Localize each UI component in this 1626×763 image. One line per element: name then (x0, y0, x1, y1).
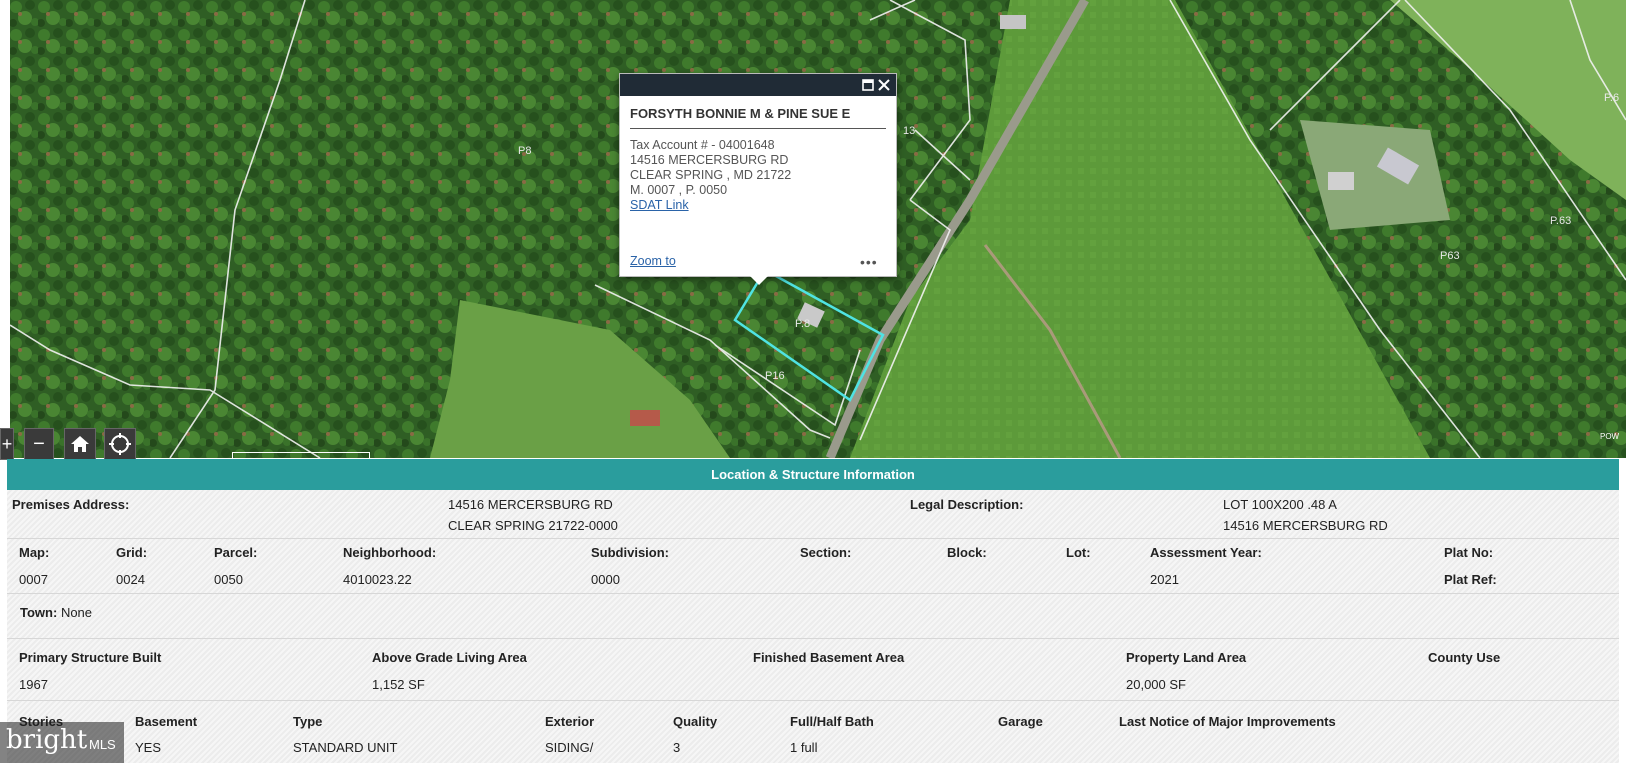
town-value: None (60, 605, 93, 620)
parcel-label: P.6 (1604, 92, 1620, 104)
assessment-year-value: 2021 (1150, 572, 1179, 587)
zoom-to-link[interactable]: Zoom to (630, 254, 676, 268)
map-header: Map: (19, 545, 50, 560)
section-col-header: Section: (800, 545, 852, 560)
neighborhood-header: Neighborhood: (343, 545, 437, 560)
map-value: 0007 (19, 572, 48, 587)
home-button[interactable] (64, 428, 96, 460)
legal-line1: LOT 100X200 .48 A (1223, 497, 1337, 512)
assessment-year-header: Assessment Year: (1150, 545, 1262, 560)
exterior-header: Exterior (545, 714, 595, 729)
popup-pointer (749, 275, 769, 285)
land-area-header: Property Land Area (1126, 650, 1247, 665)
exterior-value: SIDING/ (545, 740, 594, 755)
living-area-header: Above Grade Living Area (372, 650, 527, 665)
premises-line2: CLEAR SPRING 21722-0000 (448, 518, 618, 533)
zoom-in-button[interactable]: + (0, 428, 14, 460)
block-header: Block: (947, 545, 987, 560)
plat-no-header: Plat No: (1444, 545, 1494, 560)
zoom-out-button[interactable]: − (24, 428, 54, 460)
sdat-link-wrap: SDAT Link (630, 198, 689, 212)
type-value: STANDARD UNIT (293, 740, 398, 755)
more-actions-button[interactable]: ••• (860, 254, 878, 270)
type-header: Type (293, 714, 323, 729)
sdat-link[interactable]: SDAT Link (630, 198, 689, 212)
owner-name: FORSYTH BONNIE M & PINE SUE E (630, 106, 851, 121)
premises-line1: 14516 MERCERSBURG RD (448, 497, 613, 512)
mls-logo-text: MLS (89, 737, 116, 752)
basement-value: YES (135, 740, 162, 755)
bright-mls-watermark: bright MLS (0, 722, 124, 763)
town-field: Town: None (20, 605, 92, 620)
parcel-label: P8 (518, 145, 532, 157)
year-built-header: Primary Structure Built (19, 650, 162, 665)
map-attribution: POW (1600, 432, 1620, 441)
section-header: Location & Structure Information (7, 459, 1619, 490)
bright-logo-text: bright (6, 725, 88, 755)
grid-value: 0024 (116, 572, 145, 587)
parcel-popup: FORSYTH BONNIE M & PINE SUE E Tax Accoun… (619, 73, 897, 285)
close-icon[interactable] (876, 77, 892, 93)
home-icon (71, 436, 89, 452)
bath-value: 1 full (790, 740, 818, 755)
parcel-label: P63 (1440, 250, 1460, 262)
crosshair-icon (109, 433, 131, 455)
improvements-header: Last Notice of Major Improvements (1119, 714, 1336, 729)
plus-icon: + (1, 433, 13, 454)
popup-divider (630, 128, 886, 129)
row-divider (7, 700, 1619, 701)
basement-area-header: Finished Basement Area (753, 650, 905, 665)
subdivision-value: 0000 (591, 572, 620, 587)
parcel-label: P.8 (795, 318, 811, 330)
town-label: Town: (20, 605, 58, 620)
plat-ref-header: Plat Ref: (1444, 572, 1497, 587)
basement-header: Basement (135, 714, 198, 729)
row-divider (7, 538, 1619, 539)
minus-icon: − (33, 432, 45, 455)
popup-street: 14516 MERCERSBURG RD (630, 153, 789, 167)
tax-account: Tax Account # - 04001648 (630, 138, 775, 152)
parcel-label: 13 (903, 125, 916, 137)
parcel-label: P.63 (1550, 215, 1572, 227)
popup-header (620, 74, 896, 96)
bath-header: Full/Half Bath (790, 714, 874, 729)
legal-line2: 14516 MERCERSBURG RD (1223, 518, 1388, 533)
legal-label: Legal Description: (910, 497, 1024, 512)
subdivision-header: Subdivision: (591, 545, 669, 560)
scale-bar (232, 452, 370, 459)
year-built-value: 1967 (19, 677, 48, 692)
parcel-label: P16 (765, 370, 785, 382)
garage-header: Garage (998, 714, 1043, 729)
land-area-value: 20,000 SF (1126, 677, 1186, 692)
locate-button[interactable] (104, 428, 136, 460)
row-divider (7, 593, 1619, 594)
parcel-value: 0050 (214, 572, 243, 587)
living-area-value: 1,152 SF (372, 677, 425, 692)
quality-header: Quality (673, 714, 718, 729)
lot-header: Lot: (1066, 545, 1091, 560)
quality-value: 3 (673, 740, 681, 755)
property-details-table: Premises Address: 14516 MERCERSBURG RD C… (7, 490, 1619, 763)
maximize-icon[interactable] (860, 77, 876, 93)
grid-header: Grid: (116, 545, 148, 560)
popup-map-parcel: M. 0007 , P. 0050 (630, 183, 728, 197)
zoom-to-wrap: Zoom to (630, 254, 676, 268)
county-use-header: County Use (1428, 650, 1501, 665)
premises-label: Premises Address: (12, 497, 130, 512)
neighborhood-value: 4010023.22 (343, 572, 412, 587)
parcel-header: Parcel: (214, 545, 258, 560)
row-divider (7, 638, 1619, 639)
popup-city: CLEAR SPRING , MD 21722 (630, 168, 792, 182)
